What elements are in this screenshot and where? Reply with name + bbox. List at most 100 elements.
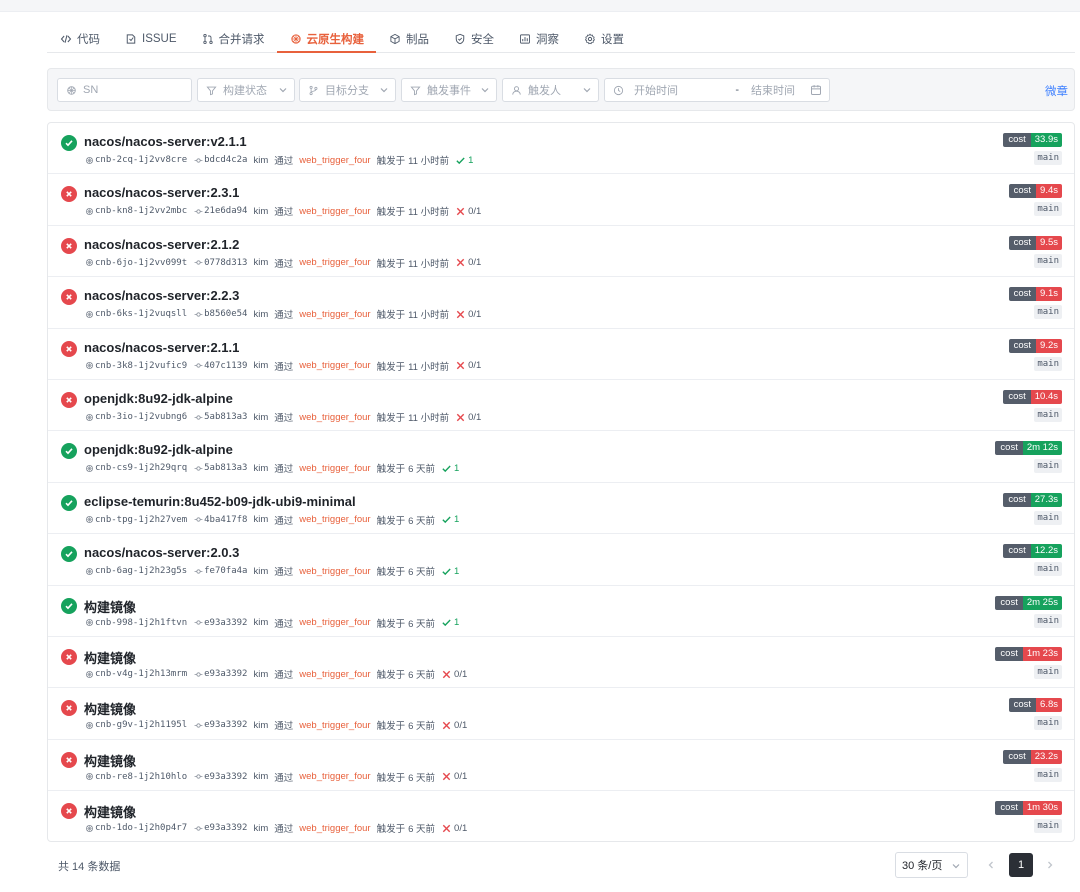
page-size-select[interactable]: 30 条/页 <box>895 852 968 878</box>
build-title[interactable]: 构建镜像 <box>84 699 136 718</box>
build-row[interactable]: 构建镜像 cnb-v4g-1j2h13mrm e93a3392 kim 通过 web_tr… <box>48 637 1074 689</box>
job-result[interactable]: 0/1 <box>441 823 467 834</box>
trigger-user[interactable]: kim <box>253 463 268 474</box>
current-page-button[interactable]: 1 <box>1009 853 1033 877</box>
build-row[interactable]: eclipse-temurin:8u452-b09-jdk-ubi9-minim… <box>48 483 1074 535</box>
commit-hash[interactable]: e93a3392 <box>204 720 247 730</box>
trigger-user[interactable]: kim <box>253 257 268 268</box>
branch-badge[interactable]: main <box>1034 253 1062 268</box>
build-title[interactable]: openjdk:8u92-jdk-alpine <box>84 442 233 457</box>
next-page-button[interactable] <box>1042 856 1058 874</box>
trigger-name-link[interactable]: web_trigger_four <box>299 771 370 782</box>
user-filter-select[interactable]: 触发人 <box>502 78 599 102</box>
build-row[interactable]: 构建镜像 cnb-998-1j2h1ftvn e93a3392 kim 通过 web_tr… <box>48 586 1074 637</box>
trigger-user[interactable]: kim <box>253 206 268 217</box>
trigger-name-link[interactable]: web_trigger_four <box>299 720 370 731</box>
branch-badge[interactable]: main <box>1034 510 1062 525</box>
trigger-user[interactable]: kim <box>253 771 268 782</box>
build-sn[interactable]: cnb-6jo-1j2vv099t <box>95 258 187 268</box>
date-range-picker[interactable]: 开始时间 - 结束时间 <box>604 78 830 102</box>
trigger-name-link[interactable]: web_trigger_four <box>299 412 370 423</box>
trigger-user[interactable]: kim <box>253 566 268 577</box>
job-result[interactable]: 0/1 <box>455 360 481 371</box>
trigger-user[interactable]: kim <box>253 720 268 731</box>
build-row[interactable]: nacos/nacos-server:2.0.3 cnb-6ag-1j2h23g5… <box>48 534 1074 586</box>
job-result[interactable]: 1 <box>441 463 459 474</box>
build-row[interactable]: nacos/nacos-server:2.1.2 cnb-6jo-1j2vv099… <box>48 226 1074 278</box>
commit-hash[interactable]: b8560e54 <box>204 309 247 319</box>
branch-badge[interactable]: main <box>1034 665 1062 679</box>
build-title[interactable]: nacos/nacos-server:2.2.3 <box>84 288 239 303</box>
job-result[interactable]: 0/1 <box>455 412 481 423</box>
build-row[interactable]: 构建镜像 cnb-g9v-1j2h1195l e93a3392 kim 通过 web_tr… <box>48 688 1074 740</box>
branch-badge[interactable]: main <box>1034 716 1062 731</box>
build-row[interactable]: nacos/nacos-server:v2.1.1 cnb-2cq-1j2vv8c… <box>48 123 1074 175</box>
commit-hash[interactable]: e93a3392 <box>204 772 247 782</box>
job-result[interactable]: 0/1 <box>455 309 481 320</box>
branch-badge[interactable]: main <box>1034 151 1062 165</box>
trigger-user[interactable]: kim <box>253 669 268 680</box>
branch-badge[interactable]: main <box>1034 202 1062 217</box>
branch-badge[interactable]: main <box>1034 305 1062 320</box>
event-filter-select[interactable]: 触发事件 <box>401 78 497 102</box>
build-title[interactable]: 构建镜像 <box>84 648 136 667</box>
tab-pull-request[interactable]: 合并请求 <box>189 26 277 52</box>
tab-insight[interactable]: 洞察 <box>506 26 571 52</box>
build-title[interactable]: 构建镜像 <box>84 597 136 616</box>
build-title[interactable]: nacos/nacos-server:v2.1.1 <box>84 134 247 149</box>
branch-filter-select[interactable]: 目标分支 <box>299 78 396 102</box>
build-title[interactable]: nacos/nacos-server:2.1.1 <box>84 340 239 355</box>
build-title[interactable]: 构建镜像 <box>84 751 136 770</box>
build-sn[interactable]: cnb-cs9-1j2h29qrq <box>95 463 187 473</box>
commit-hash[interactable]: e93a3392 <box>204 823 247 833</box>
build-row[interactable]: openjdk:8u92-jdk-alpine cnb-3io-1j2vubng6… <box>48 380 1074 432</box>
branch-badge[interactable]: main <box>1034 613 1062 628</box>
branch-badge[interactable]: main <box>1034 356 1062 371</box>
trigger-user[interactable]: kim <box>253 360 268 371</box>
job-result[interactable]: 0/1 <box>441 669 467 680</box>
commit-hash[interactable]: fe70fa4a <box>204 566 247 576</box>
trigger-name-link[interactable]: web_trigger_four <box>299 309 370 320</box>
build-row[interactable]: nacos/nacos-server:2.3.1 cnb-kn8-1j2vv2mb… <box>48 174 1074 226</box>
tab-code[interactable]: 代码 <box>47 26 112 52</box>
job-result[interactable]: 0/1 <box>455 206 481 217</box>
trigger-user[interactable]: kim <box>253 823 268 834</box>
trigger-name-link[interactable]: web_trigger_four <box>299 206 370 217</box>
trigger-name-link[interactable]: web_trigger_four <box>299 514 370 525</box>
trigger-name-link[interactable]: web_trigger_four <box>299 463 370 474</box>
build-row[interactable]: openjdk:8u92-jdk-alpine cnb-cs9-1j2h29qrq… <box>48 431 1074 483</box>
trigger-user[interactable]: kim <box>253 412 268 423</box>
build-sn[interactable]: cnb-g9v-1j2h1195l <box>95 720 187 730</box>
build-sn[interactable]: cnb-2cq-1j2vv8cre <box>95 155 187 165</box>
build-sn[interactable]: cnb-6ag-1j2h23g5s <box>95 566 187 576</box>
status-filter-select[interactable]: 构建状态 <box>197 78 295 102</box>
calendar-icon[interactable] <box>810 84 822 96</box>
build-sn[interactable]: cnb-6ks-1j2vuqsll <box>95 309 187 319</box>
job-result[interactable]: 1 <box>441 617 459 628</box>
trigger-name-link[interactable]: web_trigger_four <box>299 257 370 268</box>
job-result[interactable]: 0/1 <box>441 771 467 782</box>
build-title[interactable]: nacos/nacos-server:2.3.1 <box>84 185 239 200</box>
build-row[interactable]: 构建镜像 cnb-re8-1j2h10hlo e93a3392 kim 通过 web_tr… <box>48 740 1074 792</box>
branch-badge[interactable]: main <box>1034 562 1062 577</box>
branch-badge[interactable]: main <box>1034 819 1062 834</box>
build-row[interactable]: nacos/nacos-server:2.1.1 cnb-3k8-1j2vufic… <box>48 329 1074 380</box>
job-result[interactable]: 1 <box>441 514 459 525</box>
job-result[interactable]: 1 <box>455 155 473 166</box>
commit-hash[interactable]: 407c1139 <box>204 361 247 371</box>
trigger-user[interactable]: kim <box>253 514 268 525</box>
branch-badge[interactable]: main <box>1034 459 1062 474</box>
branch-badge[interactable]: main <box>1034 408 1062 422</box>
job-result[interactable]: 1 <box>441 566 459 577</box>
trigger-name-link[interactable]: web_trigger_four <box>299 566 370 577</box>
save-filter-link[interactable]: 微章 <box>1045 83 1068 99</box>
commit-hash[interactable]: 4ba417f8 <box>204 515 247 525</box>
trigger-name-link[interactable]: web_trigger_four <box>299 617 370 628</box>
commit-hash[interactable]: bdcd4c2a <box>204 155 247 165</box>
build-sn[interactable]: cnb-998-1j2h1ftvn <box>95 618 187 628</box>
tab-gear[interactable]: 设置 <box>571 26 636 52</box>
commit-hash[interactable]: 5ab813a3 <box>204 463 247 473</box>
branch-badge[interactable]: main <box>1034 767 1062 782</box>
build-row[interactable]: 构建镜像 cnb-1do-1j2h0p4r7 e93a3392 kim 通过 web_tr… <box>48 791 1074 842</box>
trigger-name-link[interactable]: web_trigger_four <box>299 360 370 371</box>
